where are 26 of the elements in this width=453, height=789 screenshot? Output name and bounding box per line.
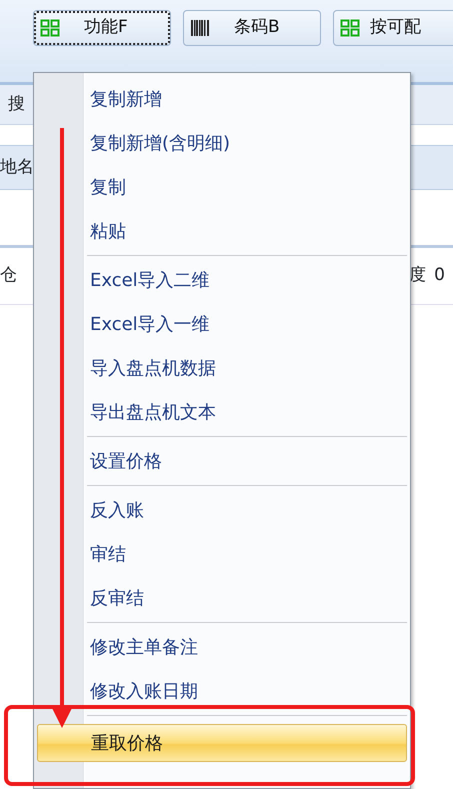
menu-item[interactable]: 反入账 bbox=[37, 488, 407, 532]
menu-item[interactable]: Excel导入二维 bbox=[37, 258, 407, 302]
toolbar-button[interactable]: 功能F bbox=[33, 10, 171, 46]
menu-item[interactable]: 导出盘点机文本 bbox=[37, 390, 407, 434]
grid-icon bbox=[40, 19, 60, 37]
menu-item[interactable]: 复制新增 bbox=[37, 77, 407, 121]
toolbar-button[interactable]: 按可配 bbox=[333, 10, 453, 46]
menu-item[interactable]: 复制新增(含明细) bbox=[37, 121, 407, 165]
search-label: 搜 bbox=[8, 92, 25, 116]
grid-icon bbox=[340, 19, 360, 37]
menu-item[interactable]: 反审结 bbox=[37, 576, 407, 620]
menu-item[interactable]: 修改入账日期 bbox=[37, 669, 407, 713]
table-cell-text: 仓 bbox=[0, 264, 17, 288]
toolbar-button[interactable]: 条码B bbox=[183, 10, 321, 46]
barcode-icon bbox=[190, 19, 210, 37]
menu-item[interactable]: 审结 bbox=[37, 532, 407, 576]
menu-item[interactable]: Excel导入一维 bbox=[37, 302, 407, 346]
menu-item[interactable]: 重取价格 bbox=[37, 724, 407, 762]
table-cell-text: 0 bbox=[434, 264, 445, 288]
table-cell-text: 度 bbox=[409, 264, 426, 288]
menu-item[interactable]: 导入盘点机数据 bbox=[37, 346, 407, 390]
menu-item[interactable]: 修改主单备注 bbox=[37, 625, 407, 669]
menu-item[interactable]: 复制 bbox=[37, 165, 407, 209]
menu-item[interactable]: 粘贴 bbox=[37, 209, 407, 253]
menu-item[interactable]: 设置价格 bbox=[37, 439, 407, 483]
column-header: 地名 bbox=[0, 156, 34, 179]
